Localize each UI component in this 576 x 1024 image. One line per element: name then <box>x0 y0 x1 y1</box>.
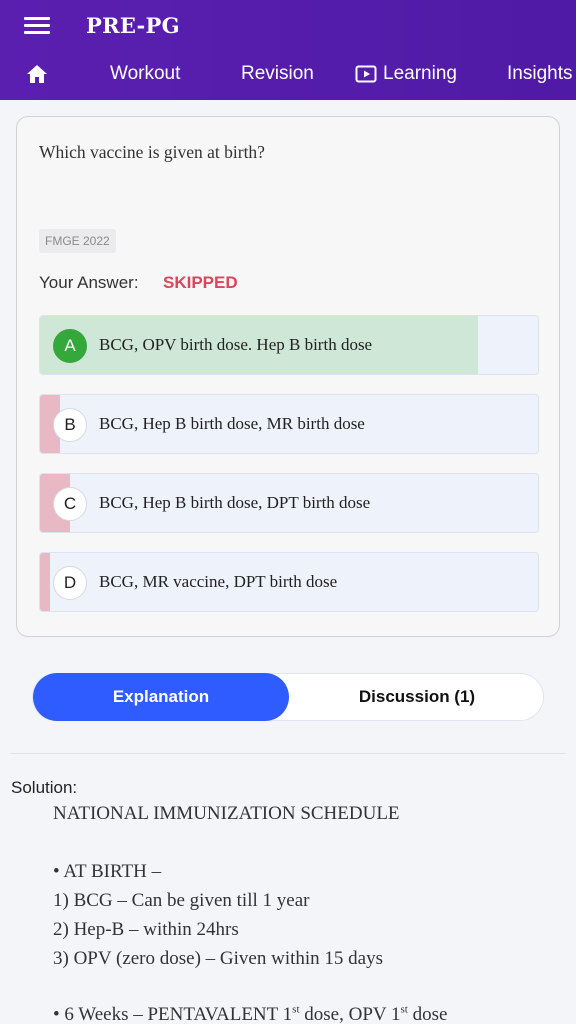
tab-discussion[interactable]: Discussion (1) <box>289 673 545 721</box>
top-nav: Workout Revision Learning Insights <box>0 52 576 96</box>
option-d-letter: D <box>53 566 87 600</box>
option-c-letter: C <box>53 487 87 521</box>
option-b[interactable]: B BCG, Hep B birth dose, MR birth dose <box>39 394 539 454</box>
option-d-text: BCG, MR vaccine, DPT birth dose <box>99 572 338 591</box>
six-weeks-sup-2: st <box>400 1003 408 1016</box>
solution-label: Solution: <box>11 778 78 797</box>
question-card: Which vaccine is given at birth? FMGE 20… <box>16 116 560 637</box>
home-icon[interactable] <box>26 52 48 96</box>
option-a-text: BCG, OPV birth dose. Hep B birth dose <box>99 335 373 354</box>
nav-revision[interactable]: Revision <box>241 52 314 96</box>
tab-switcher: Explanation Discussion (1) <box>32 673 544 721</box>
hamburger-menu-icon[interactable] <box>24 16 50 36</box>
option-c[interactable]: C BCG, Hep B birth dose, DPT birth dose <box>39 473 539 533</box>
six-weeks-part-1: • 6 Weeks – PENTAVALENT 1 <box>53 1004 293 1024</box>
divider <box>10 753 566 754</box>
option-d-response-bar <box>40 553 50 611</box>
option-a[interactable]: A BCG, OPV birth dose. Hep B birth dose <box>39 315 539 375</box>
solution-item-1: 1) BCG – Can be given till 1 year <box>53 890 310 911</box>
option-c-text: BCG, Hep B birth dose, DPT birth dose <box>99 493 371 512</box>
your-answer-label: Your Answer: <box>39 273 139 292</box>
nav-workout[interactable]: Workout <box>110 52 180 96</box>
six-weeks-part-3: dose <box>407 1004 448 1024</box>
option-b-letter: B <box>53 408 87 442</box>
app-header: PRE-PG Workout Revision Learning Insight… <box>0 0 576 100</box>
video-player-icon <box>355 65 377 83</box>
exam-tag: FMGE 2022 <box>39 229 116 253</box>
app-title: PRE-PG <box>86 13 180 38</box>
solution-heading: NATIONAL IMMUNIZATION SCHEDULE <box>53 803 400 824</box>
solution-at-birth: • AT BIRTH – <box>53 861 162 882</box>
nav-learning-label: Learning <box>383 63 457 84</box>
question-text: Which vaccine is given at birth? <box>39 142 265 162</box>
option-a-letter: A <box>53 329 87 363</box>
option-b-text: BCG, Hep B birth dose, MR birth dose <box>99 414 365 433</box>
solution-six-weeks: • 6 Weeks – PENTAVALENT 1st dose, OPV 1s… <box>53 1004 447 1024</box>
six-weeks-part-2: dose, OPV 1 <box>299 1004 401 1024</box>
option-d[interactable]: D BCG, MR vaccine, DPT birth dose <box>39 552 539 612</box>
solution-item-2: 2) Hep-B – within 24hrs <box>53 919 239 940</box>
your-answer-status: SKIPPED <box>163 273 238 292</box>
tab-explanation[interactable]: Explanation <box>33 673 289 721</box>
nav-insights[interactable]: Insights <box>507 52 572 96</box>
nav-learning[interactable]: Learning <box>355 52 457 96</box>
solution-item-3: 3) OPV (zero dose) – Given within 15 day… <box>53 948 383 969</box>
six-weeks-sup-1: st <box>292 1003 300 1016</box>
